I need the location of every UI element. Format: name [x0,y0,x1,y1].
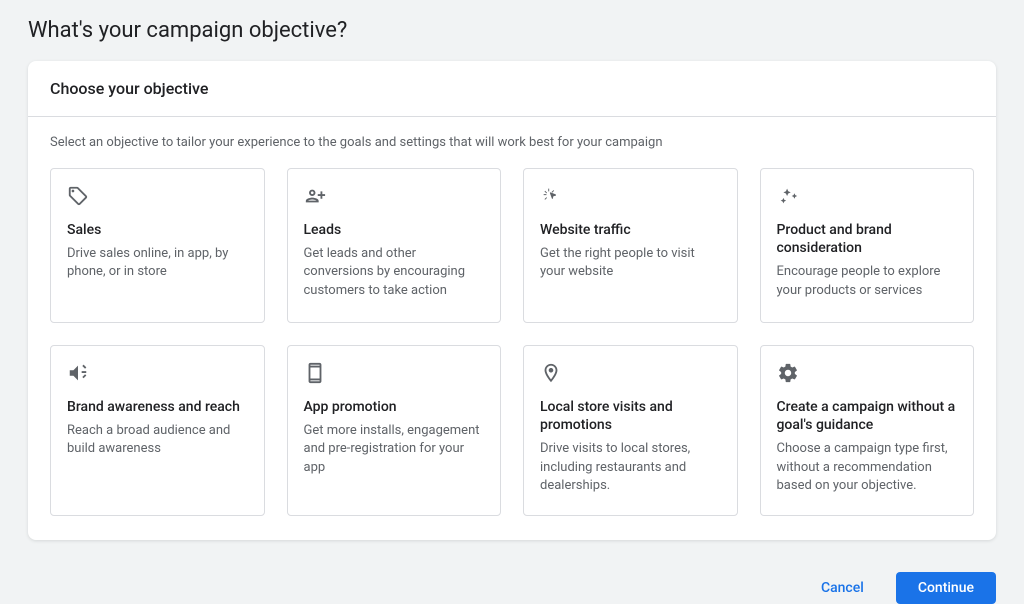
continue-button[interactable]: Continue [896,572,996,604]
cancel-button[interactable]: Cancel [799,572,886,604]
objective-desc: Get leads and other conversions by encou… [304,245,485,300]
objective-desc: Get more installs, engagement and pre-re… [304,422,485,477]
objective-title: Website traffic [540,221,721,239]
objective-title: Create a campaign without a goal's guida… [777,398,958,434]
tag-icon [67,185,89,207]
objective-title: App promotion [304,398,485,416]
objective-title: Leads [304,221,485,239]
objective-title: Brand awareness and reach [67,398,248,416]
objective-no-goal[interactable]: Create a campaign without a goal's guida… [760,345,975,516]
card-subheader: Select an objective to tailor your exper… [50,135,974,150]
objective-desc: Get the right people to visit your websi… [540,245,721,281]
phone-icon [304,362,326,384]
objective-brand-awareness[interactable]: Brand awareness and reach Reach a broad … [50,345,265,516]
objective-title: Sales [67,221,248,239]
megaphone-icon [67,362,89,384]
pin-icon [540,362,562,384]
gear-icon [777,362,799,384]
objective-website-traffic[interactable]: Website traffic Get the right people to … [523,168,738,323]
sparkle-icon [777,185,799,207]
objective-desc: Drive sales online, in app, by phone, or… [67,245,248,281]
objective-product-brand[interactable]: Product and brand consideration Encourag… [760,168,975,323]
objective-app-promotion[interactable]: App promotion Get more installs, engagem… [287,345,502,516]
objective-leads[interactable]: Leads Get leads and other conversions by… [287,168,502,323]
objective-card-panel: Choose your objective Select an objectiv… [28,61,996,540]
objective-desc: Choose a campaign type first, without a … [777,440,958,495]
objective-desc: Reach a broad audience and build awarene… [67,422,248,458]
objective-local-store[interactable]: Local store visits and promotions Drive … [523,345,738,516]
click-icon [540,185,562,207]
objective-sales[interactable]: Sales Drive sales online, in app, by pho… [50,168,265,323]
objective-desc: Drive visits to local stores, including … [540,440,721,495]
objective-desc: Encourage people to explore your product… [777,263,958,299]
page-title: What's your campaign objective? [28,18,996,43]
card-header-title: Choose your objective [50,79,974,98]
footer-actions: Cancel Continue [0,558,1024,604]
card-header: Choose your objective [28,61,996,117]
leads-icon [304,185,326,207]
objective-title: Local store visits and promotions [540,398,721,434]
objective-title: Product and brand consideration [777,221,958,257]
